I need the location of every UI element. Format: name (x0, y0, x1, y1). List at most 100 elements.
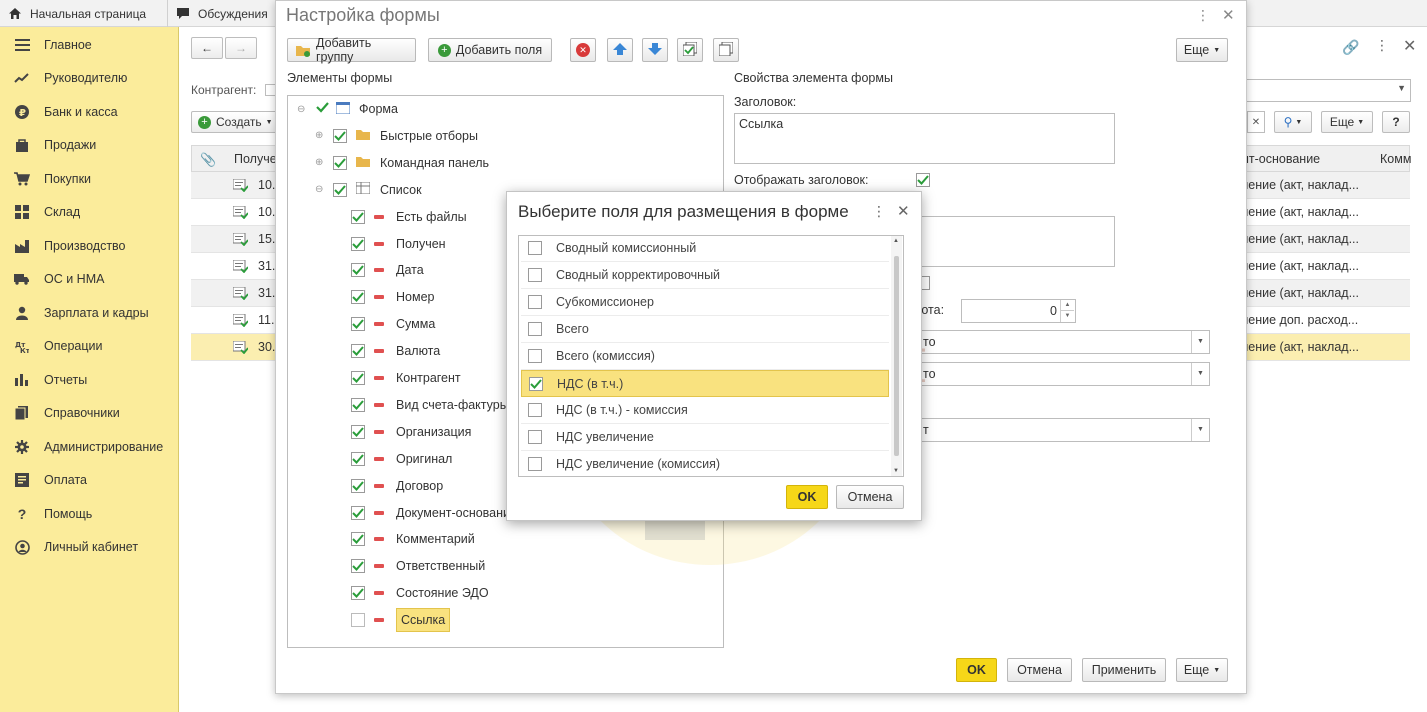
col-comment[interactable]: Комм (1380, 152, 1411, 166)
tree-checkbox[interactable] (351, 344, 365, 359)
list-item[interactable]: Субкомиссионер (521, 289, 889, 316)
tree-item[interactable]: Валюта (351, 340, 440, 362)
more-vert-icon[interactable]: ⋮ (1196, 7, 1210, 24)
uncheck-all-button[interactable] (713, 38, 739, 62)
link-icon[interactable]: 🔗 (1342, 39, 1359, 56)
list-item-checkbox[interactable] (528, 268, 542, 282)
tree-checkbox[interactable] (333, 128, 347, 143)
tree-item[interactable]: Документ-основани (351, 502, 510, 524)
delete-button[interactable]: ✕ (570, 38, 596, 62)
move-up-button[interactable] (607, 38, 633, 62)
tab-home[interactable]: Начальная страница (0, 0, 168, 27)
tree-checkbox[interactable] (351, 371, 365, 385)
more-vert-icon[interactable]: ⋮ (1375, 37, 1389, 54)
sidebar-item-bank[interactable]: ₽ Банк и касса (0, 95, 178, 129)
collapse-icon[interactable]: ⊖ (297, 104, 309, 115)
tree-item[interactable]: Есть файлы (351, 206, 467, 228)
close-icon[interactable]: ✕ (1403, 36, 1416, 56)
tree-checkbox[interactable] (333, 155, 347, 170)
sidebar-item-admin[interactable]: Администрирование (0, 430, 178, 464)
tree-item[interactable]: Комментарий (351, 528, 475, 550)
move-down-button[interactable] (642, 38, 668, 62)
sidebar-item-salary[interactable]: Зарплата и кадры (0, 296, 178, 330)
scroll-thumb[interactable] (894, 256, 899, 456)
header-textarea[interactable]: Ссылка (734, 113, 1115, 164)
expand-icon[interactable]: ⊕ (315, 157, 327, 168)
list-item[interactable]: НДС увеличение (521, 424, 889, 451)
more-button[interactable]: Еще ▼ (1321, 111, 1373, 133)
sidebar-item-payment[interactable]: Оплата (0, 464, 178, 498)
property-select-3[interactable]: т ▼ (906, 418, 1210, 442)
scrollbar[interactable]: ▲ ▼ (891, 236, 902, 476)
tree-checkbox[interactable] (351, 586, 365, 601)
scroll-up-icon[interactable]: ▲ (893, 238, 899, 244)
tree-checkbox[interactable] (351, 559, 365, 574)
list-item-checkbox[interactable] (528, 349, 542, 363)
tree-item[interactable]: Контрагент (351, 367, 461, 389)
dialog-ok-button[interactable]: OK (786, 485, 828, 509)
list-item-checkbox[interactable] (528, 403, 542, 417)
dialog-cancel-button[interactable]: Отмена (836, 485, 904, 509)
list-item-checkbox[interactable] (528, 457, 542, 471)
tab-discussions[interactable]: Обсуждения (168, 0, 276, 27)
tree-checkbox[interactable] (351, 613, 365, 628)
list-item[interactable]: Всего (521, 316, 889, 343)
col-received[interactable]: Получе (234, 152, 277, 166)
close-icon[interactable]: ✕ (897, 202, 910, 220)
list-item[interactable]: Сводный комиссионный (521, 236, 889, 262)
sidebar-item-main[interactable]: Главное (0, 28, 178, 62)
tree-item[interactable]: Состояние ЭДО (351, 582, 489, 604)
list-item[interactable]: НДС (в т.ч.) - комиссия (521, 397, 889, 424)
modal-more-bottom-button[interactable]: Еще ▼ (1176, 658, 1228, 682)
modal-apply-button[interactable]: Применить (1082, 658, 1166, 682)
collapse-icon[interactable]: ⊖ (315, 184, 327, 195)
tree-item[interactable]: ⊕ Командная панель (315, 152, 489, 174)
tree-checkbox[interactable] (351, 317, 365, 332)
search-clear-button[interactable]: ✕ (1247, 111, 1265, 133)
tree-checkbox[interactable] (333, 182, 347, 197)
sidebar-item-reports[interactable]: Отчеты (0, 363, 178, 397)
tree-checkbox[interactable] (351, 263, 365, 278)
list-item[interactable]: Сводный корректировочный (521, 262, 889, 289)
sidebar-item-references[interactable]: Справочники (0, 397, 178, 431)
tree-checkbox[interactable] (351, 236, 365, 251)
tree-checkbox[interactable] (351, 451, 365, 466)
tree-item[interactable]: ⊖ Форма (297, 98, 398, 120)
help-button[interactable]: ? (1382, 111, 1410, 133)
scroll-down-icon[interactable]: ▼ (893, 468, 899, 474)
height-input[interactable]: 0 ▲ ▼ (961, 299, 1076, 323)
check-mark-icon[interactable] (316, 102, 329, 116)
tree-item[interactable]: Вид счета-фактуры (351, 394, 509, 416)
tree-checkbox[interactable] (351, 397, 365, 412)
sidebar-item-operations[interactable]: Дт Кт Операции (0, 330, 178, 364)
col-doc-base[interactable]: нт-основание (1242, 152, 1320, 166)
property-select-2[interactable]: то ▼ (906, 362, 1210, 386)
show-header-checkbox[interactable] (916, 173, 930, 187)
tree-item[interactable]: Организация (351, 421, 471, 443)
tree-item[interactable]: Сумма (351, 313, 435, 335)
tree-checkbox[interactable] (351, 424, 365, 439)
list-item[interactable]: НДС (в т.ч.) (521, 370, 889, 397)
tree-item[interactable]: Ответственный (351, 555, 485, 577)
add-fields-button[interactable]: + Добавить поля (428, 38, 552, 62)
tree-checkbox[interactable] (351, 290, 365, 305)
sidebar-item-warehouse[interactable]: Склад (0, 196, 178, 230)
forward-button[interactable]: → (225, 37, 257, 59)
list-item[interactable]: НДС увеличение (комиссия) (521, 451, 889, 476)
tree-item[interactable]: Оригинал (351, 448, 452, 470)
contragent-select[interactable]: ▼ (1233, 79, 1411, 102)
search-button[interactable]: ⚲ ▼ (1274, 111, 1312, 133)
sidebar-item-purchases[interactable]: Покупки (0, 162, 178, 196)
list-item-checkbox[interactable] (529, 376, 543, 391)
tree-item[interactable]: Номер (351, 286, 434, 308)
sidebar-item-assets[interactable]: ОС и НМА (0, 263, 178, 297)
list-item-checkbox[interactable] (528, 241, 542, 255)
list-item-checkbox[interactable] (528, 295, 542, 309)
modal-cancel-button[interactable]: Отмена (1007, 658, 1072, 682)
create-button[interactable]: + Создать ▼ (191, 111, 279, 133)
close-icon[interactable]: ✕ (1222, 6, 1235, 24)
list-item[interactable]: Всего (комиссия) (521, 343, 889, 370)
tree-item[interactable]: Договор (351, 475, 443, 497)
tree-checkbox[interactable] (351, 478, 365, 493)
sidebar-item-account[interactable]: Личный кабинет (0, 531, 178, 565)
